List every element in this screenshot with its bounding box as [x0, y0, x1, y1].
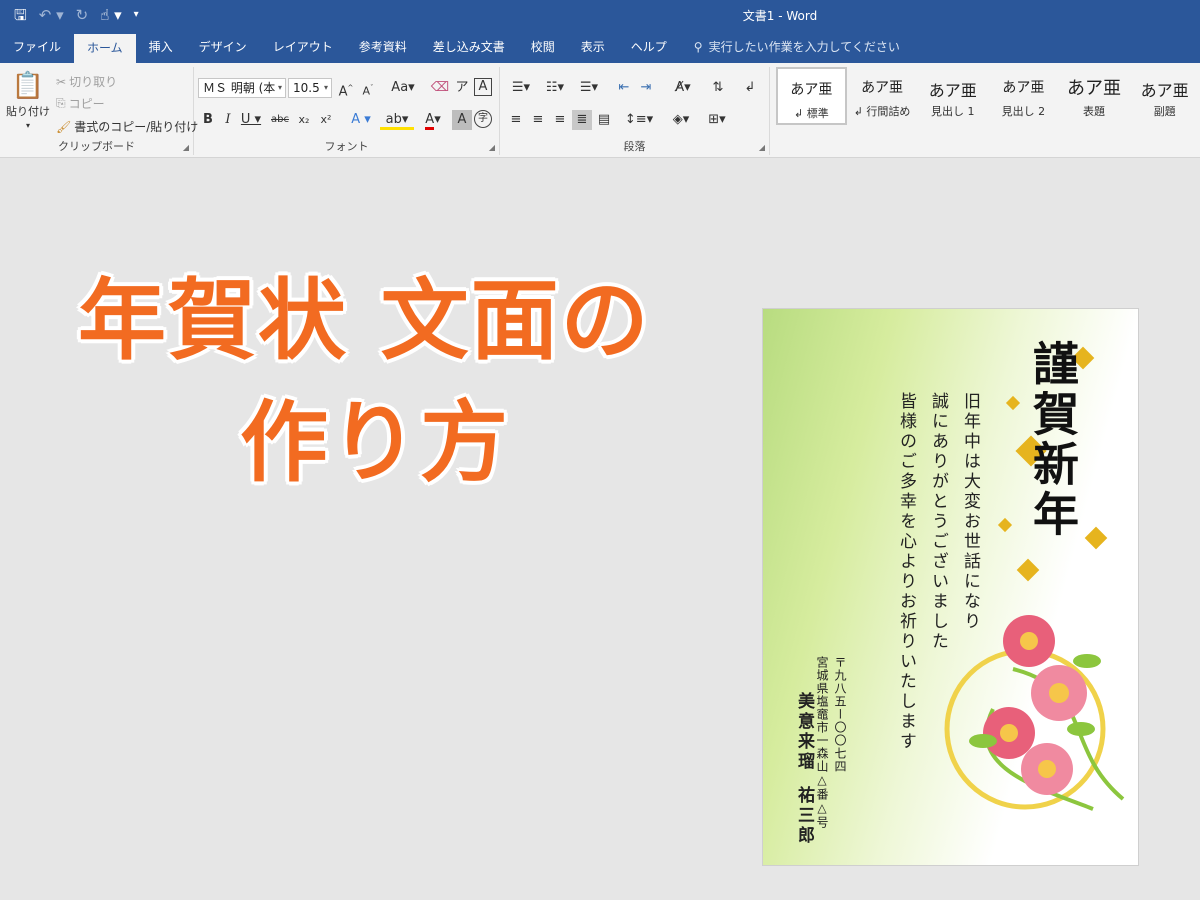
card-body-line-2: 誠にありがとうございました [928, 392, 948, 652]
tab-home[interactable]: ホーム [74, 34, 136, 63]
tab-insert[interactable]: 挿入 [136, 32, 186, 63]
style-normal[interactable]: あア亜 ↲ 標準 [776, 67, 847, 125]
change-case-icon[interactable]: Aa▾ [388, 78, 418, 98]
paste-button[interactable]: 📋 貼り付け ▾ [6, 71, 50, 130]
dialog-launcher-icon[interactable]: ◢ [489, 143, 495, 152]
align-left-icon[interactable]: ≡ [506, 110, 526, 130]
ribbon-tabs: ファイル ホーム 挿入 デザイン レイアウト 参考資料 差し込み文書 校閲 表示… [0, 32, 1200, 63]
card-body-line-3: 皆様のご多幸を心よりお祈りいたします [896, 392, 916, 752]
dialog-launcher-icon[interactable]: ◢ [759, 143, 765, 152]
underline-icon[interactable]: U ▾ [238, 110, 264, 130]
align-right-icon[interactable]: ≡ [550, 110, 570, 130]
increase-indent-icon[interactable]: ⇥ [636, 78, 656, 98]
text-effects-icon[interactable]: A ▾ [346, 110, 376, 130]
justify-icon[interactable]: ≣ [572, 110, 592, 130]
phonetic-guide-icon[interactable]: ア [452, 78, 472, 98]
headline-line-2: 作り方 [240, 391, 511, 494]
clear-formatting-icon[interactable]: ⌫ [430, 78, 450, 98]
decrease-indent-icon[interactable]: ⇤ [614, 78, 634, 98]
dialog-launcher-icon[interactable]: ◢ [183, 143, 189, 152]
tab-help[interactable]: ヘルプ [618, 32, 680, 63]
character-shading-icon[interactable]: A [452, 110, 472, 130]
style-title[interactable]: あア亜 表題 [1059, 67, 1130, 125]
brush-icon: 🖌 [56, 119, 72, 134]
clipboard-icon: 📋 [11, 71, 45, 101]
window-title: 文書1 - Word [742, 9, 818, 23]
cut-button[interactable]: ✂ 切り取り [56, 73, 117, 90]
bullets-icon[interactable]: ☰▾ [506, 78, 536, 98]
styles-gallery: あア亜 ↲ 標準 あア亜 ↲ 行間詰め あア亜 見出し 1 あア亜 見出し 2 … [776, 67, 1200, 127]
card-sender-name-1: 美意来瑠 [794, 692, 814, 772]
show-marks-icon[interactable]: ↲ [740, 78, 760, 98]
font-group: ＭＳ 明朝 (本 ▾ 10.5 ▾ A^ Aˇ Aa▾ ⌫ ア A B I U ▾ … [194, 67, 500, 155]
subscript-icon[interactable]: x₂ [294, 110, 314, 130]
tab-design[interactable]: デザイン [186, 32, 260, 63]
shrink-font-icon[interactable]: Aˇ [358, 78, 378, 98]
font-size-select[interactable]: 10.5 ▾ [288, 78, 332, 98]
search-icon: ⚲ [693, 40, 703, 54]
card-postal-code: 〒九八五ー〇〇七四 [833, 656, 847, 773]
font-group-label: フォント [324, 140, 369, 153]
style-heading-1[interactable]: あア亜 見出し 1 [917, 67, 988, 125]
shading-icon[interactable]: ◈▾ [666, 110, 696, 130]
tab-references[interactable]: 参考資料 [346, 32, 420, 63]
tell-me-box[interactable]: ⚲ 実行したい作業を入力してください [680, 32, 900, 63]
headline-line-1: 年賀状 文面の [78, 269, 651, 372]
line-spacing-icon[interactable]: ↕≡▾ [624, 110, 654, 130]
card-body-line-1: 旧年中は大変お世話になり [960, 392, 980, 632]
superscript-icon[interactable]: x² [316, 110, 336, 130]
font-name-select[interactable]: ＭＳ 明朝 (本 ▾ [198, 78, 286, 98]
italic-icon[interactable]: I [218, 110, 238, 130]
card-sender-name-2: 祐三郎 [794, 786, 814, 846]
tab-view[interactable]: 表示 [568, 32, 618, 63]
copy-button[interactable]: ⎘ コピー [56, 95, 105, 112]
asian-layout-icon[interactable]: A̸▾ [668, 78, 698, 98]
ribbon: 📋 貼り付け ▾ ✂ 切り取り ⎘ コピー 🖌 書式のコピー/貼り付け クリップボード… [0, 63, 1200, 158]
card-greeting: 謹賀新年 [1026, 340, 1080, 540]
character-border-icon[interactable]: A [474, 78, 492, 96]
scissors-icon: ✂ [56, 74, 67, 89]
chevron-down-icon: ▾ [323, 83, 328, 92]
style-heading-2[interactable]: あア亜 見出し 2 [988, 67, 1059, 125]
align-center-icon[interactable]: ≡ [528, 110, 548, 130]
tab-mailings[interactable]: 差し込み文書 [420, 32, 518, 63]
tell-me-text: 実行したい作業を入力してください [708, 40, 900, 54]
strikethrough-icon[interactable]: abc [268, 110, 292, 130]
bold-icon[interactable]: B [198, 110, 218, 130]
tab-file[interactable]: ファイル [0, 32, 74, 63]
clipboard-group: 📋 貼り付け ▾ ✂ 切り取り ⎘ コピー 🖌 書式のコピー/貼り付け クリップボード… [0, 67, 198, 155]
title-bar: 🖫 ↶ ▾ ↻ ☝ ▾ ▾ 文書1 - Word [0, 0, 1200, 32]
chevron-down-icon: ▾ [277, 83, 282, 92]
numbering-icon[interactable]: ☷▾ [540, 78, 570, 98]
flowers [969, 615, 1101, 795]
tab-review[interactable]: 校閲 [518, 32, 568, 63]
style-no-spacing[interactable]: あア亜 ↲ 行間詰め [847, 67, 918, 125]
borders-icon[interactable]: ⊞▾ [702, 110, 732, 130]
grow-font-icon[interactable]: A^ [336, 78, 356, 99]
chevron-down-icon: ▾ [25, 121, 30, 130]
tab-layout[interactable]: レイアウト [260, 32, 346, 63]
highlight-icon[interactable]: ab▾ [380, 110, 414, 130]
enclose-characters-icon[interactable]: 字 [474, 110, 492, 128]
paragraph-group-label: 段落 [623, 140, 646, 153]
font-color-icon[interactable]: A▾ [418, 110, 448, 130]
paragraph-group: ☰▾ ☷▾ ☰▾ ⇤ ⇥ A̸▾ ⇅ ↲ ≡ ≡ ≡ ≣ ▤ ↕≡▾ ◈▾ ⊞▾… [500, 67, 770, 155]
multilevel-list-icon[interactable]: ☰▾ [574, 78, 604, 98]
style-subtitle[interactable]: あア亜 副題 [1129, 67, 1200, 125]
sort-icon[interactable]: ⇅ [708, 78, 728, 98]
format-painter-button[interactable]: 🖌 書式のコピー/貼り付け [56, 118, 198, 135]
copy-icon: ⎘ [56, 96, 66, 110]
clipboard-group-label: クリップボード [58, 140, 135, 153]
distributed-icon[interactable]: ▤ [594, 110, 614, 130]
